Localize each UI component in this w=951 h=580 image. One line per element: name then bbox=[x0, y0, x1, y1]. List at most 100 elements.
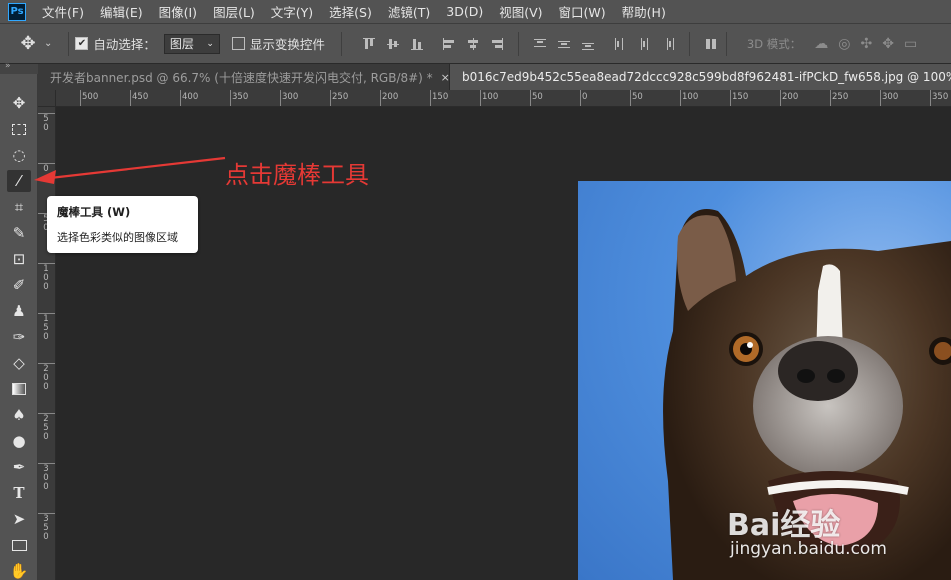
menu-file[interactable]: 文件(F) bbox=[34, 2, 92, 21]
pen-tool-icon[interactable]: ✒ bbox=[7, 456, 31, 478]
double-chevron-icon[interactable]: » bbox=[5, 61, 11, 71]
brush-tool-icon[interactable]: ✐ bbox=[7, 274, 31, 296]
roll-3d-icon[interactable]: ◎ bbox=[838, 36, 850, 52]
clone-stamp-tool-icon[interactable]: ♟ bbox=[7, 300, 31, 322]
annotation-text: 点击魔棒工具 bbox=[225, 161, 369, 189]
menu-view[interactable]: 视图(V) bbox=[491, 2, 550, 21]
chevron-down-icon[interactable]: ⌄ bbox=[44, 38, 52, 49]
menu-layer[interactable]: 图层(L) bbox=[205, 2, 263, 21]
ruler-tick bbox=[80, 90, 81, 106]
menu-filter[interactable]: 滤镜(T) bbox=[380, 2, 438, 21]
path-selection-tool-icon[interactable]: ➤ bbox=[7, 508, 31, 530]
distribute-top-icon[interactable] bbox=[531, 35, 549, 53]
document-tabs: 开发者banner.psd @ 66.7% (十倍速度快速开发闪电交付, RGB… bbox=[38, 64, 951, 90]
ruler-label: 300 bbox=[282, 92, 299, 102]
ruler-label: 50 bbox=[632, 92, 643, 102]
ruler-tick bbox=[530, 90, 531, 106]
ruler-tick bbox=[430, 90, 431, 106]
slide-3d-icon[interactable]: ✥ bbox=[882, 36, 894, 52]
distribute-hcenter-icon[interactable] bbox=[635, 35, 653, 53]
distribute-bottom-icon[interactable] bbox=[579, 35, 597, 53]
menu-help[interactable]: 帮助(H) bbox=[614, 2, 674, 21]
type-tool-icon[interactable]: T bbox=[7, 482, 31, 504]
menu-window[interactable]: 窗口(W) bbox=[551, 2, 614, 21]
distribute-left-icon[interactable] bbox=[611, 35, 629, 53]
ruler-label: 200 bbox=[43, 364, 49, 392]
divider bbox=[725, 31, 727, 56]
ruler-tick bbox=[180, 90, 181, 106]
auto-select-label: 自动选择： bbox=[93, 37, 156, 52]
ruler-tick bbox=[930, 90, 931, 106]
tooltip-title: 魔棒工具 (W) bbox=[57, 205, 131, 219]
ruler-tick bbox=[230, 90, 231, 106]
divider bbox=[517, 31, 519, 56]
ps-logo-icon[interactable]: Ps bbox=[8, 2, 26, 21]
scale-3d-icon[interactable]: ▭ bbox=[904, 36, 917, 52]
pan-3d-icon[interactable]: ✣ bbox=[860, 36, 872, 52]
ruler-label: 200 bbox=[382, 92, 399, 102]
tab-label: b016c7ed9b452c55ea8ead72dccc928c599bd8f9… bbox=[462, 70, 951, 84]
align-hcenter-icon[interactable] bbox=[464, 35, 482, 53]
eyedropper-tool-icon[interactable]: ✎ bbox=[7, 222, 31, 244]
ruler-label: 350 bbox=[232, 92, 249, 102]
menu-bar: Ps 文件(F) 编辑(E) 图像(I) 图层(L) 文字(Y) 选择(S) 滤… bbox=[0, 0, 951, 24]
blur-tool-icon[interactable]: ♠ bbox=[7, 404, 31, 426]
align-bottom-icon[interactable] bbox=[408, 35, 426, 53]
orbit-3d-icon[interactable]: ☁ bbox=[814, 36, 828, 52]
photoshop-window: Ps 文件(F) 编辑(E) 图像(I) 图层(L) 文字(Y) 选择(S) 滤… bbox=[0, 0, 951, 580]
move-tool-icon[interactable]: ✥ bbox=[7, 92, 31, 114]
toolbar-collapse-bar[interactable]: » bbox=[0, 61, 38, 74]
hand-tool-icon[interactable]: ✋ bbox=[7, 560, 31, 580]
divider bbox=[688, 31, 690, 56]
align-left-icon[interactable] bbox=[440, 35, 458, 53]
menu-3d[interactable]: 3D(D) bbox=[438, 4, 491, 19]
options-bar: ✥ ⌄ ✔ 自动选择： 图层 ⌄ 显示变换控件 3D 模式： ☁ ◎ ✣ ✥ ▭ bbox=[0, 24, 951, 64]
align-top-icon[interactable] bbox=[360, 35, 378, 53]
auto-select-checkbox[interactable]: ✔ bbox=[75, 37, 89, 50]
ruler-label: 150 bbox=[732, 92, 749, 102]
ruler-origin[interactable] bbox=[38, 90, 56, 107]
crop-tool-icon[interactable]: ⌗ bbox=[7, 196, 31, 218]
menu-select[interactable]: 选择(S) bbox=[321, 2, 380, 21]
menu-type[interactable]: 文字(Y) bbox=[263, 2, 321, 21]
tab-banner-psd[interactable]: 开发者banner.psd @ 66.7% (十倍速度快速开发闪电交付, RGB… bbox=[38, 64, 450, 90]
layer-select-dropdown[interactable]: 图层 ⌄ bbox=[163, 33, 220, 54]
align-buttons-group bbox=[360, 31, 720, 56]
gradient-tool-icon[interactable] bbox=[7, 378, 31, 400]
ruler-label: 100 bbox=[482, 92, 499, 102]
ruler-tick bbox=[780, 90, 781, 106]
distribute-right-icon[interactable] bbox=[659, 35, 677, 53]
ruler-label: 250 bbox=[43, 414, 49, 442]
marquee-tool-icon[interactable] bbox=[7, 118, 31, 140]
healing-brush-tool-icon[interactable]: ⊡ bbox=[7, 248, 31, 270]
ruler-label: 200 bbox=[782, 92, 799, 102]
ruler-label: 150 bbox=[432, 92, 449, 102]
close-icon[interactable]: × bbox=[441, 71, 449, 84]
ruler-tick bbox=[330, 90, 331, 106]
ruler-tick bbox=[730, 90, 731, 106]
dodge-tool-icon[interactable]: ● bbox=[7, 430, 31, 452]
chevron-down-icon: ⌄ bbox=[206, 38, 214, 49]
align-right-icon[interactable] bbox=[488, 35, 506, 53]
magic-wand-tool-icon[interactable]: ⁄ bbox=[7, 170, 31, 192]
show-transform-label: 显示变换控件 bbox=[249, 37, 325, 52]
ruler-label: 300 bbox=[43, 464, 49, 492]
lasso-tool-icon[interactable]: ◌ bbox=[7, 144, 31, 166]
ruler-tick bbox=[630, 90, 631, 106]
menu-edit[interactable]: 编辑(E) bbox=[92, 2, 151, 21]
auto-align-icon[interactable] bbox=[702, 35, 720, 53]
align-vcenter-icon[interactable] bbox=[384, 35, 402, 53]
horizontal-ruler[interactable]: 500 450 400 350 300 250 200 150 100 50 0 50 100 150 20… bbox=[56, 90, 951, 107]
rectangle-tool-icon[interactable] bbox=[7, 534, 31, 556]
divider bbox=[340, 31, 342, 56]
tab-dog-jpg[interactable]: b016c7ed9b452c55ea8ead72dccc928c599bd8f9… bbox=[450, 64, 951, 90]
history-brush-tool-icon[interactable]: ✑ bbox=[7, 326, 31, 348]
eraser-tool-icon[interactable]: ◇ bbox=[7, 352, 31, 374]
move-tool-preset-icon[interactable]: ✥ bbox=[12, 29, 44, 59]
magic-wand-tooltip: 魔棒工具 (W) 选择色彩类似的图像区域 bbox=[47, 196, 198, 253]
ruler-tick bbox=[680, 90, 681, 106]
show-transform-checkbox[interactable] bbox=[231, 37, 245, 50]
ruler-label: 50 bbox=[532, 92, 543, 102]
menu-image[interactable]: 图像(I) bbox=[151, 2, 205, 21]
distribute-vcenter-icon[interactable] bbox=[555, 35, 573, 53]
